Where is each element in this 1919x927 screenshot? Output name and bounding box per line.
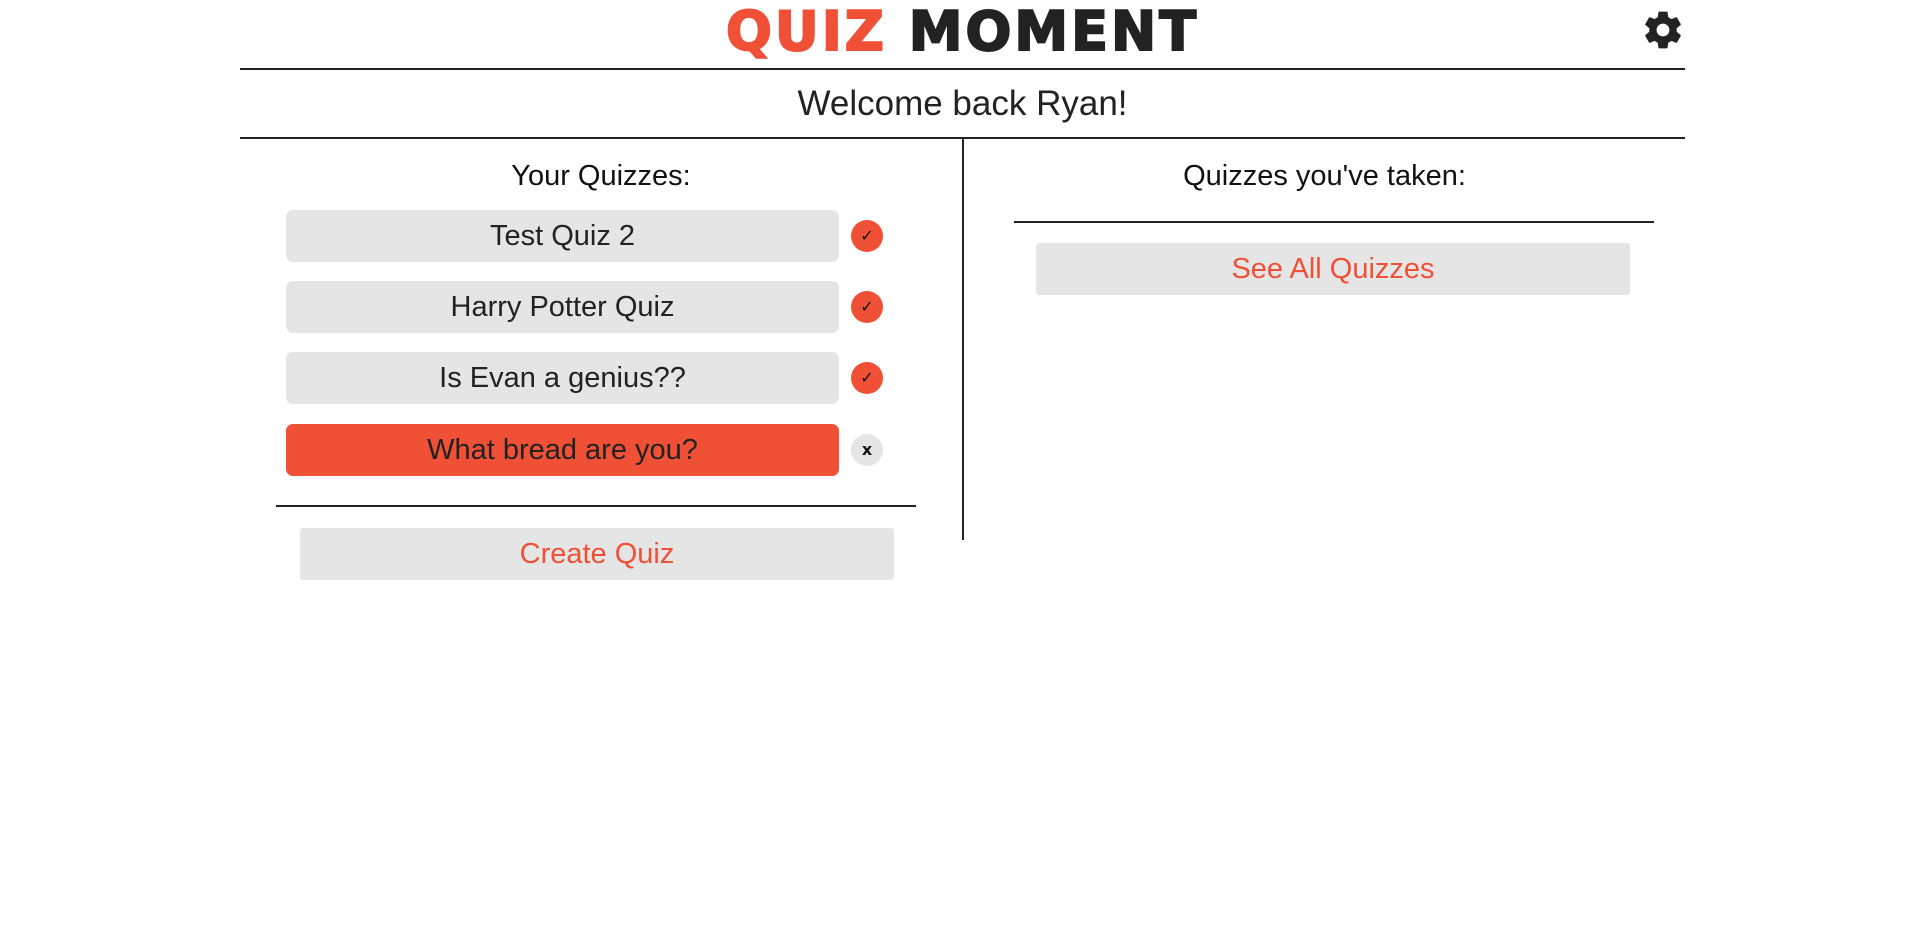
published-check-icon[interactable]: ✓ (851, 362, 883, 394)
quiz-button-selected[interactable]: What bread are you? (286, 424, 839, 476)
quiz-button[interactable]: Is Evan a genius?? (286, 352, 839, 404)
quiz-moment-page: QUIZ MOMENT Welcome back Ryan! Your Quiz… (0, 0, 1919, 927)
site-logo: QUIZ MOMENT (240, 0, 1685, 64)
unpublished-x-icon[interactable]: x (851, 434, 883, 466)
quiz-button[interactable]: Harry Potter Quiz (286, 281, 839, 333)
logo-word-quiz: QUIZ (725, 0, 887, 64)
gear-icon[interactable] (1641, 8, 1685, 52)
welcome-message: Welcome back Ryan! (240, 70, 1685, 139)
quiz-list-item: Test Quiz 2 ✓ (286, 210, 884, 262)
quiz-list-item: Is Evan a genius?? ✓ (286, 352, 884, 404)
your-quizzes-panel: Your Quizzes: Test Quiz 2 ✓ Harry Potter… (240, 139, 962, 580)
create-quiz-button[interactable]: Create Quiz (300, 528, 894, 580)
published-check-icon[interactable]: ✓ (851, 291, 883, 323)
your-quizzes-heading: Your Quizzes: (511, 160, 691, 192)
published-check-icon[interactable]: ✓ (851, 220, 883, 252)
quiz-list-item-selected: What bread are you? x (286, 424, 884, 476)
section-divider (276, 505, 916, 507)
section-divider (1014, 221, 1654, 223)
site-header: QUIZ MOMENT (240, 0, 1685, 70)
see-all-quizzes-button[interactable]: See All Quizzes (1036, 243, 1630, 295)
taken-quizzes-panel: Quizzes you've taken: See All Quizzes (964, 139, 1685, 539)
logo-word-moment: MOMENT (908, 0, 1200, 64)
taken-quizzes-heading: Quizzes you've taken: (1183, 160, 1466, 192)
quiz-button[interactable]: Test Quiz 2 (286, 210, 839, 262)
quiz-list-item: Harry Potter Quiz ✓ (286, 281, 884, 333)
